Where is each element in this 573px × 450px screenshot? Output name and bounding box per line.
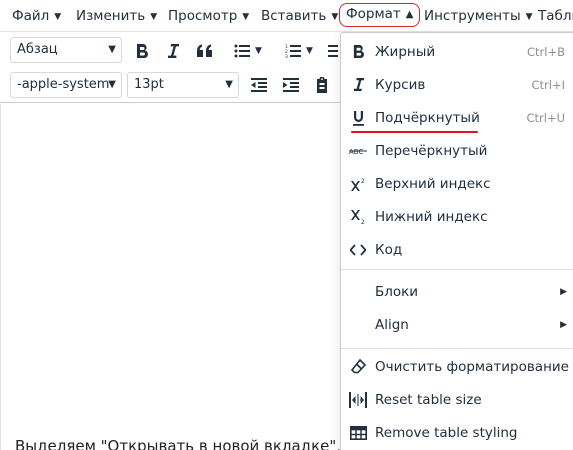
menu-item-bold[interactable]: Жирный Ctrl+B: [341, 35, 573, 68]
caret-down-icon: ▼: [242, 12, 250, 22]
menu-item-italic[interactable]: Курсив Ctrl+I: [341, 68, 573, 101]
menu-tools[interactable]: Инструменты ▼: [424, 4, 533, 28]
menu-separator: [341, 348, 573, 349]
format-menu-dropdown: Жирный Ctrl+B Курсив Ctrl+I Подчёркнутый…: [340, 32, 573, 450]
blockquote-button[interactable]: [194, 38, 216, 64]
caret-up-icon: ▲: [405, 9, 414, 20]
menu-edit[interactable]: Изменить ▼: [76, 4, 157, 28]
menu-file[interactable]: Файл ▼: [12, 4, 61, 28]
menu-insert[interactable]: Вставить ▼: [261, 4, 338, 28]
align-icon: [328, 45, 338, 57]
svg-text:2: 2: [361, 178, 365, 185]
font-size-select[interactable]: 13pt ▼: [127, 72, 239, 98]
svg-text:ABC: ABC: [349, 148, 363, 156]
quote-icon: [197, 44, 212, 57]
align-button[interactable]: [327, 38, 339, 64]
bullet-list-icon: [234, 44, 251, 58]
numbered-list-button[interactable]: 123 ▼: [279, 38, 319, 64]
bold-icon: [137, 44, 148, 59]
menu-separator: [341, 269, 573, 270]
bold-icon: [341, 44, 375, 59]
menu-item-code[interactable]: Код: [341, 233, 573, 266]
caret-down-icon: ▼: [54, 12, 62, 22]
menu-item-reset-table-size[interactable]: Reset table size: [341, 383, 573, 416]
menu-view[interactable]: Просмотр ▼: [168, 4, 249, 28]
menu-item-blocks[interactable]: Блоки ▶: [341, 275, 573, 308]
italic-button[interactable]: [162, 38, 184, 64]
menu-item-align[interactable]: Align ▶: [341, 308, 573, 341]
indent-icon: [283, 78, 299, 92]
table-icon: [341, 425, 375, 440]
svg-text:2: 2: [361, 219, 365, 224]
caret-down-icon: ▼: [150, 12, 158, 22]
underline-icon: [341, 110, 375, 126]
outdent-icon: [251, 78, 267, 92]
chevron-right-icon: ▶: [560, 319, 567, 330]
caret-down-icon: ▼: [255, 46, 262, 56]
caret-down-icon: ▼: [525, 12, 533, 22]
editor-paragraph: Выделяем "Открывать в новой вкладке", и: [15, 437, 356, 450]
menubar: Файл ▼ Изменить ▼ Просмотр ▼ Вставить ▼ Форм…: [0, 0, 573, 32]
svg-text:3: 3: [285, 54, 288, 58]
font-family-select[interactable]: -apple-system ▼: [10, 72, 122, 98]
menu-item-clear-formatting[interactable]: Очистить форматирование: [341, 350, 573, 383]
menu-item-subscript[interactable]: 2 Нижний индекс: [341, 200, 573, 233]
chevron-right-icon: ▶: [560, 286, 567, 297]
menu-item-underline[interactable]: Подчёркнутый Ctrl+U: [341, 101, 573, 134]
italic-icon: [341, 77, 375, 92]
menu-item-strikethrough[interactable]: ABC Перечёркнутый: [341, 134, 573, 167]
bullet-list-button[interactable]: ▼: [228, 38, 268, 64]
subscript-icon: 2: [341, 209, 375, 224]
bold-button[interactable]: [131, 38, 153, 64]
menu-item-remove-table-styling[interactable]: Remove table styling: [341, 416, 573, 449]
menu-format[interactable]: Формат ▲: [339, 3, 421, 27]
eraser-icon: [341, 359, 375, 374]
menu-item-superscript[interactable]: 2 Верхний индекс: [341, 167, 573, 200]
outdent-button[interactable]: [248, 72, 270, 98]
caret-down-icon: ▼: [225, 79, 233, 90]
code-icon: [341, 243, 375, 256]
numbered-list-icon: 123: [285, 44, 302, 58]
caret-down-icon: ▼: [306, 46, 313, 56]
block-format-select[interactable]: Абзац ▼: [10, 37, 122, 63]
paste-button[interactable]: [311, 72, 333, 98]
annotation-underline: [351, 131, 478, 133]
indent-button[interactable]: [280, 72, 302, 98]
caret-down-icon: ▼: [331, 12, 339, 22]
clipboard-icon: [317, 77, 327, 93]
menu-table[interactable]: Табли: [538, 4, 573, 28]
italic-icon: [168, 44, 179, 58]
table-resize-icon: [341, 391, 375, 408]
superscript-icon: 2: [341, 177, 375, 191]
strikethrough-icon: ABC: [341, 146, 375, 156]
caret-down-icon: ▼: [108, 44, 116, 55]
caret-down-icon: ▼: [108, 79, 116, 90]
